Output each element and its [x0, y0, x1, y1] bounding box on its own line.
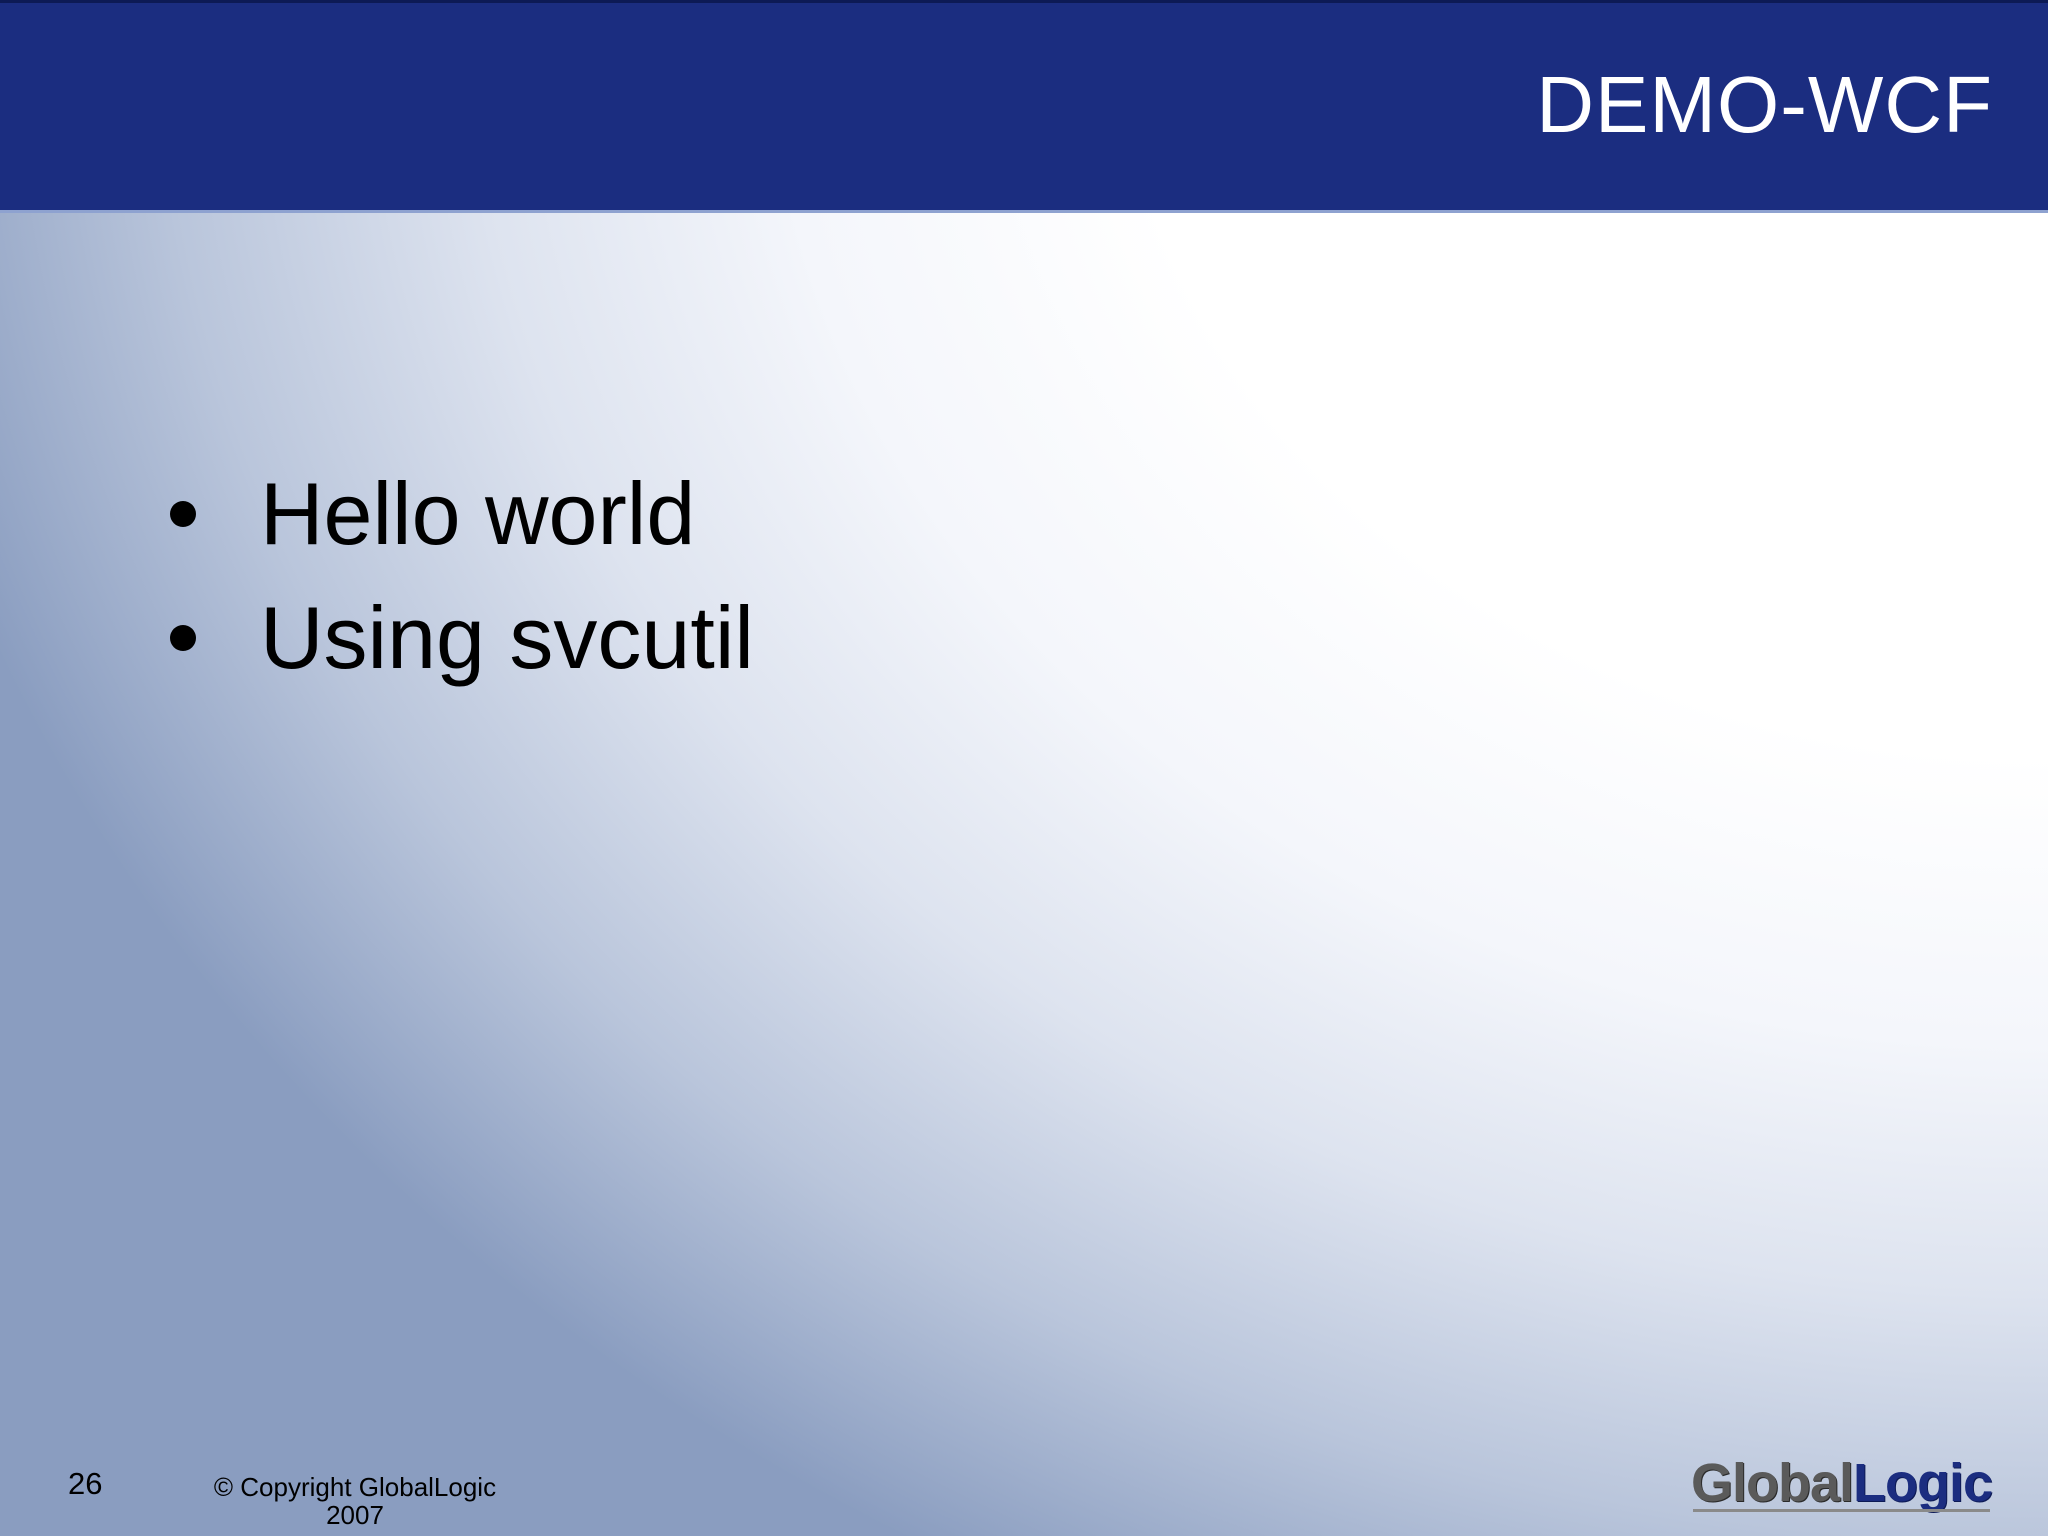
slide-title: DEMO-WCF [1536, 60, 1993, 149]
logo-text-logic: Logic [1853, 1453, 1993, 1513]
logo-underline [1692, 1509, 1990, 1512]
bullet-text: Hello world [260, 464, 696, 563]
copyright-line-2: 2007 [326, 1500, 384, 1530]
copyright-line-1: © Copyright GlobalLogic [213, 1472, 497, 1502]
bullet-dot-icon [170, 501, 196, 527]
slide: DEMO-WCF Hello world Using svcutil 26 © … [0, 0, 2048, 1536]
logo-text-global: Global [1690, 1453, 1854, 1513]
header-bar: DEMO-WCF [0, 3, 2048, 213]
bullet-item-hello-world: Hello world [170, 452, 754, 576]
copyright-notice: © Copyright GlobalLogic 2007 [200, 1473, 510, 1529]
bullet-dot-icon [170, 625, 196, 651]
bullet-item-using-svcutil: Using svcutil [170, 576, 754, 700]
bullet-list: Hello world Using svcutil [170, 452, 754, 700]
bullet-text: Using svcutil [260, 588, 754, 687]
page-number: 26 [68, 1466, 103, 1501]
globallogic-logo: GlobalLogic [1690, 1450, 1993, 1516]
